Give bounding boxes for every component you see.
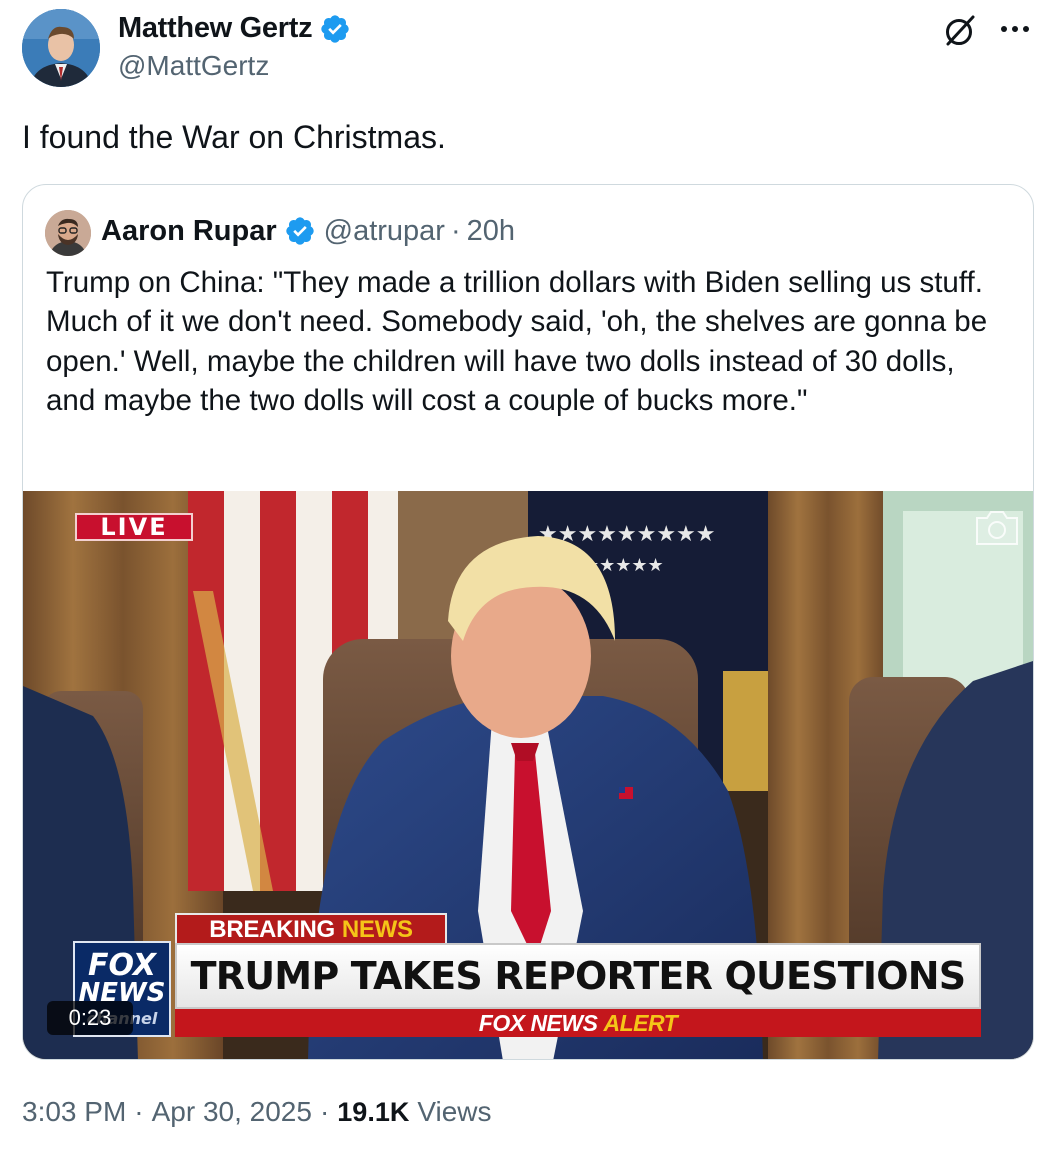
quoted-timestamp[interactable]: 20h (467, 213, 515, 249)
logo-line-1: FOX (87, 948, 157, 983)
grok-icon[interactable] (942, 13, 978, 49)
video-player[interactable]: ★★★★★★★★★ ★★★★★ LIVE BREAKING NEWS TRUMP… (23, 491, 1033, 1059)
quoted-author-avatar[interactable] (45, 210, 91, 256)
tweet-meta: 3:03 PM · Apr 30, 2025 · 19.1K Views (22, 1096, 492, 1128)
separator-dot: · (134, 1096, 144, 1127)
quoted-tweet-text: Trump on China: "They made a trillion do… (46, 266, 988, 418)
views-count: 19.1K (337, 1097, 410, 1127)
author-handle[interactable]: @MattGertz (118, 50, 269, 82)
author-avatar[interactable] (22, 9, 100, 87)
quoted-tweet-card[interactable]: Aaron Rupar @atrupar · 20h Trump on Chin… (22, 184, 1034, 1060)
views-label: Views (417, 1096, 492, 1127)
tweet-time[interactable]: 3:03 PM (22, 1096, 126, 1128)
tweet-date[interactable]: Apr 30, 2025 (152, 1096, 312, 1128)
breaking-news-banner: BREAKING NEWS (175, 913, 447, 945)
separator-dot: · (450, 215, 461, 247)
alert-brand: FOX NEWS (478, 1009, 598, 1036)
alert-word: ALERT (603, 1009, 678, 1036)
tweet-text: I found the War on Christmas. (22, 119, 446, 155)
separator-dot: · (319, 1096, 330, 1127)
live-badge: LIVE (75, 513, 193, 541)
breaking-news-word: NEWS (341, 916, 413, 943)
camera-icon[interactable] (973, 509, 1021, 547)
author-name[interactable]: Matthew Gertz (118, 12, 313, 45)
video-duration: 0:23 (47, 1001, 133, 1035)
breaking-label: BREAKING (209, 916, 335, 943)
headline-banner: TRUMP TAKES REPORTER QUESTIONS (175, 943, 981, 1009)
verified-badge-icon (321, 14, 349, 43)
verified-badge-icon (285, 217, 314, 245)
quoted-author-name[interactable]: Aaron Rupar (101, 213, 277, 249)
alert-banner: FOX NEWS ALERT (175, 1009, 981, 1037)
quoted-author-handle[interactable]: @atrupar (324, 213, 445, 249)
more-icon[interactable] (998, 14, 1032, 44)
